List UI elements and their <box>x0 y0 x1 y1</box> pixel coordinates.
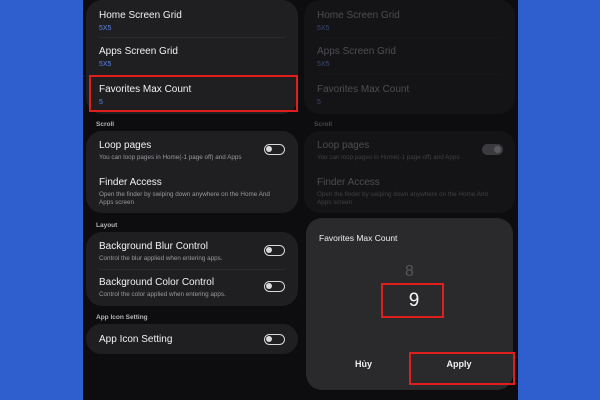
loop-pages-item: Loop pages You can loop pages in Home(-1… <box>317 140 505 162</box>
finder-access-item[interactable]: Finder Access Open the finder by swiping… <box>99 177 288 207</box>
toggle-knob <box>494 146 501 153</box>
favorites-max-count-dialog: Favorites Max Count 8 9 Hủy Apply <box>306 218 515 390</box>
app-icon-setting-title: App Icon Setting <box>99 334 173 345</box>
section-header-scroll: Scroll <box>96 121 115 128</box>
loop-pages-toggle <box>482 144 503 155</box>
toggle-knob <box>266 283 272 289</box>
app-icon-card: App Icon Setting <box>86 324 298 354</box>
home-screen-grid-title: Home Screen Grid <box>317 10 400 21</box>
loop-pages-subtitle: You can loop pages in Home(-1 page off) … <box>99 154 242 161</box>
toggle-knob <box>266 247 272 253</box>
settings-screen-with-dialog: Home Screen Grid 5X5 Apps Screen Grid 5X… <box>301 0 518 400</box>
loop-pages-item[interactable]: Loop pages You can loop pages in Home(-1… <box>99 140 288 162</box>
background-blur-subtitle: Control the blur applied when entering a… <box>99 255 223 262</box>
apps-screen-grid-title: Apps Screen Grid <box>99 46 178 57</box>
apps-screen-grid-item[interactable]: Apps Screen Grid 5X5 <box>99 46 288 69</box>
favorites-max-count-item: Favorites Max Count 5 <box>317 84 505 107</box>
section-header-layout: Layout <box>96 222 118 229</box>
home-screen-grid-item: Home Screen Grid 5X5 <box>317 10 505 33</box>
divider <box>99 37 285 38</box>
background-blur-toggle[interactable] <box>264 245 285 256</box>
apps-screen-grid-value: 5X5 <box>99 61 112 68</box>
favorites-max-count-value: 5 <box>317 99 321 106</box>
divider <box>317 74 502 75</box>
apps-screen-grid-title: Apps Screen Grid <box>317 46 396 57</box>
loop-pages-subtitle: You can loop pages in Home(-1 page off) … <box>317 154 460 161</box>
apps-screen-grid-item: Apps Screen Grid 5X5 <box>317 46 505 69</box>
apply-highlight-box <box>409 352 515 385</box>
section-header-scroll: Scroll <box>314 121 333 128</box>
toggle-knob <box>266 146 272 152</box>
section-header-app-icon: App Icon Setting <box>96 314 148 321</box>
favorites-max-count-title: Favorites Max Count <box>317 84 410 95</box>
dialog-title: Favorites Max Count <box>319 233 398 243</box>
app-icon-setting-item[interactable]: App Icon Setting <box>99 334 288 346</box>
selected-value-highlight-box <box>381 283 444 318</box>
grid-settings-card: Home Screen Grid 5X5 Apps Screen Grid 5X… <box>86 0 298 114</box>
settings-screen: Home Screen Grid 5X5 Apps Screen Grid 5X… <box>83 0 301 400</box>
home-screen-grid-item[interactable]: Home Screen Grid 5X5 <box>99 10 288 33</box>
cancel-button[interactable]: Hủy <box>326 348 401 380</box>
divider <box>99 269 285 270</box>
home-screen-grid-value: 5X5 <box>99 25 112 32</box>
layout-settings-card: Background Blur Control Control the blur… <box>86 232 298 306</box>
apps-screen-grid-value: 5X5 <box>317 61 330 68</box>
grid-settings-card-dimmed: Home Screen Grid 5X5 Apps Screen Grid 5X… <box>304 0 515 114</box>
scroll-settings-card: Loop pages You can loop pages in Home(-1… <box>86 131 298 213</box>
home-screen-grid-value: 5X5 <box>317 25 330 32</box>
background-color-item[interactable]: Background Color Control Control the col… <box>99 277 288 299</box>
finder-access-subtitle-line1: Open the finder by swiping down anywhere… <box>317 191 488 198</box>
app-icon-setting-toggle[interactable] <box>264 334 285 345</box>
picker-previous-value[interactable]: 8 <box>306 263 513 281</box>
background-blur-title: Background Blur Control <box>99 241 208 252</box>
loop-pages-title: Loop pages <box>99 140 152 151</box>
loop-pages-title: Loop pages <box>317 140 370 151</box>
finder-access-item: Finder Access Open the finder by swiping… <box>317 177 505 207</box>
finder-access-title: Finder Access <box>317 177 380 188</box>
background-color-subtitle: Control the color applied when entering … <box>99 291 226 298</box>
background-color-toggle[interactable] <box>264 281 285 292</box>
home-screen-grid-title: Home Screen Grid <box>99 10 182 21</box>
loop-pages-toggle[interactable] <box>264 144 285 155</box>
background-color-title: Background Color Control <box>99 277 215 288</box>
finder-access-title: Finder Access <box>99 177 162 188</box>
finder-access-subtitle-line2: Apps screen <box>99 199 135 206</box>
scroll-settings-card-dimmed: Loop pages You can loop pages in Home(-1… <box>304 131 515 213</box>
divider <box>317 37 502 38</box>
toggle-knob <box>266 336 272 342</box>
favorites-highlight-box <box>89 75 298 112</box>
background-blur-item[interactable]: Background Blur Control Control the blur… <box>99 241 288 263</box>
finder-access-subtitle-line1: Open the finder by swiping down anywhere… <box>99 191 270 198</box>
finder-access-subtitle-line2: Apps screen <box>317 199 353 206</box>
